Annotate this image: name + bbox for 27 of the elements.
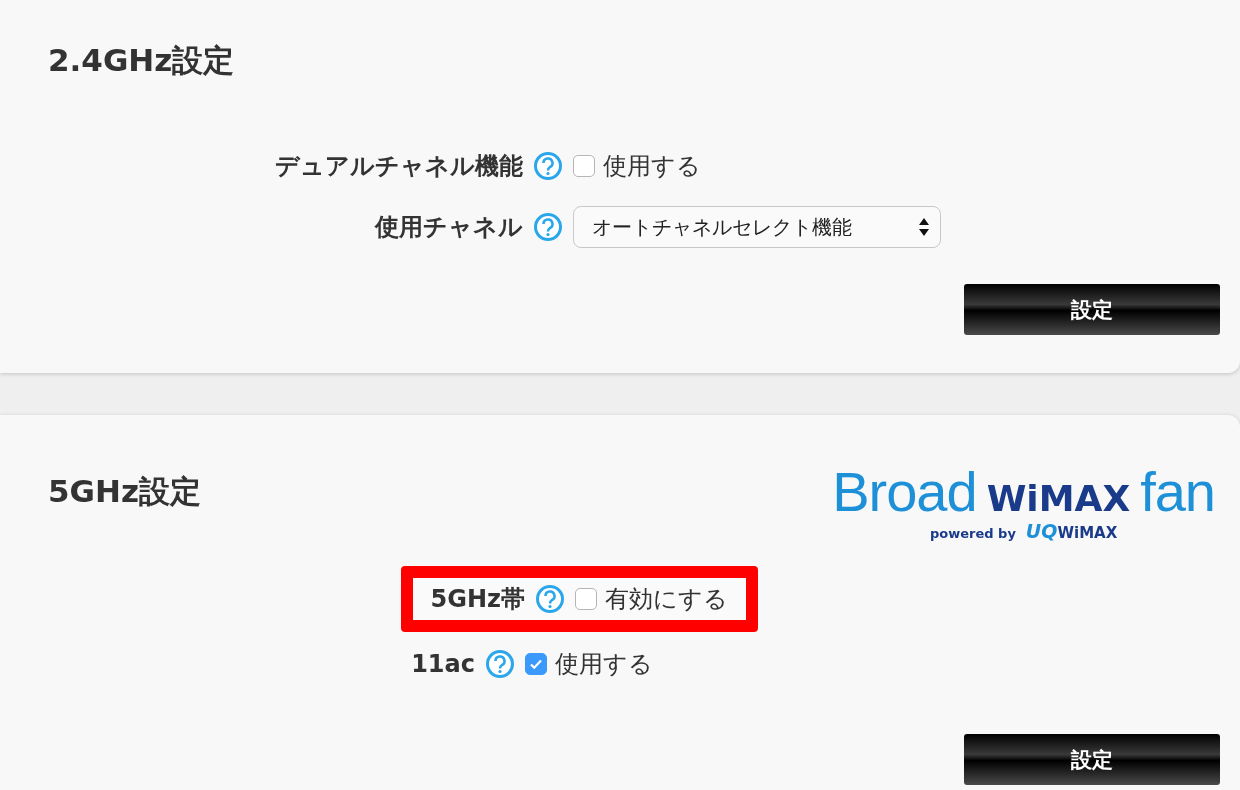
help-icon[interactable] [485,649,515,679]
logo-text: WiMAX [986,478,1131,519]
logo-text: fan [1140,459,1215,524]
apply-button[interactable]: 設定 [964,284,1220,335]
checkbox-label: 有効にする [605,584,728,615]
help-icon[interactable] [535,584,565,614]
apply-button[interactable]: 設定 [964,734,1220,785]
checkbox-label: 使用する [555,649,653,680]
section-title: 5GHz設定 [48,472,201,511]
help-icon[interactable] [533,212,563,242]
logo-text: Broad [832,459,977,524]
check-icon [529,657,543,671]
logo-text: UQ [1025,520,1058,542]
setting-label: 5GHz帯 [430,584,525,615]
setting-label: 使用チャネル [375,212,523,243]
section-title: 2.4GHz設定 [48,41,235,80]
setting-label: 11ac [411,650,475,678]
checkbox[interactable] [573,155,595,177]
logo-tagline: powered by [929,526,1016,541]
checkbox[interactable] [525,653,547,675]
checkbox-label: 使用する [603,151,701,182]
updown-icon [918,216,930,238]
logo-text: WiMAX [1057,524,1118,542]
channel-select[interactable]: オートチャネルセレクト機能 [573,206,941,248]
setting-label: デュアルチャネル機能 [275,151,523,182]
help-icon[interactable] [533,151,563,181]
checkbox[interactable] [575,588,597,610]
